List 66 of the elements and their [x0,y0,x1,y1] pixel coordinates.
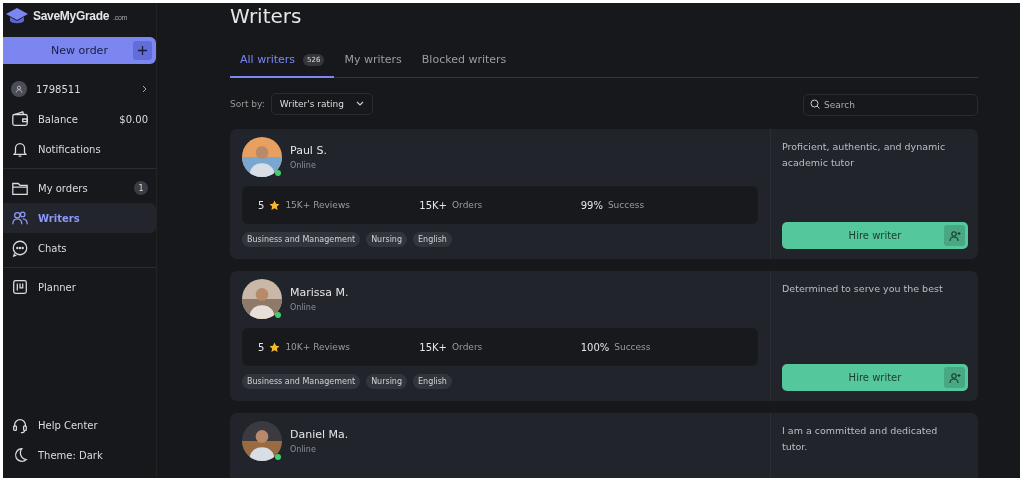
sort-dropdown[interactable]: Writer's rating [270,93,373,115]
plus-icon [133,41,152,60]
sidebar-item[interactable]: Planner [3,272,156,302]
star-icon [269,341,281,353]
balance-label: Balance [38,113,79,125]
new-order-button[interactable]: New order [3,37,156,64]
writer-name[interactable]: Marissa M. [290,286,349,299]
add-user-icon [944,367,965,388]
sidebar-item[interactable]: My orders 1 [3,173,156,203]
subject-tag: Nursing [366,374,407,389]
success-label: Success [607,200,645,210]
writer-bio: Determined to serve you the best [782,282,944,296]
count-badge: 1 [134,181,148,195]
sidebar-item[interactable]: Theme: Dark [3,440,156,470]
subject-tag: Nursing [366,232,407,247]
bell-icon [11,140,29,158]
balance-value: $0.00 [119,113,148,125]
writer-bio: Proficient, authentic, and dynamic academic tutor [782,140,947,170]
orders-label: Orders [452,342,483,352]
page-title: Writers [230,3,303,29]
sidebar-item[interactable]: Notifications [3,134,156,164]
subject-tag: Business and Management [242,232,361,247]
sidebar-item[interactable]: Help Center [3,410,156,440]
sidebar-item[interactable]: Chats [3,233,156,263]
online-dot [275,454,281,460]
reviews-count: 15K+ Reviews [285,200,350,210]
orders-label: Orders [452,200,483,210]
reviews-count: 10K+ Reviews [285,342,350,352]
search-field[interactable]: Search [803,94,978,116]
add-user-icon [944,225,965,246]
writer-status: Online [290,303,317,312]
rating-value: 5 [258,341,265,353]
brand-name: SaveMyGrade [33,9,110,23]
writer-name[interactable]: Paul S. [290,144,327,157]
chevron-down-icon [355,101,364,107]
account-id[interactable]: 1798511 [36,83,133,95]
writer-status: Online [290,161,317,170]
subject-tag: English [413,232,452,247]
writer-bio: I am a committed and dedicated tutor. [782,424,939,454]
graduation-cap-icon [5,6,29,26]
subject-tag: English [413,374,452,389]
tab[interactable]: Blocked writers [411,47,517,78]
headset-icon [11,416,29,434]
user-icon [11,81,27,97]
writer-name[interactable]: Daniel Ma. [290,428,349,441]
online-dot [275,170,281,176]
success-value: 99% [580,199,603,211]
chat-icon [11,239,29,257]
online-dot [275,312,281,318]
writer-status: Online [290,445,317,454]
orders-value: 15K+ [419,199,447,211]
success-label: Success [614,342,651,352]
subject-tag: Business and Management [242,374,361,389]
hire-writer-button[interactable]: Hire writer [782,222,968,249]
success-value: 100% [580,341,610,353]
orders-value: 15K+ [419,341,447,353]
people-icon [11,209,29,227]
tab[interactable]: My writers [334,47,412,78]
rating-value: 5 [258,199,265,211]
wallet-icon [11,110,29,128]
hire-writer-button[interactable]: Hire writer [782,364,968,391]
board-icon [11,278,29,296]
star-icon [269,199,281,211]
sort-label: Sort by: [230,99,265,109]
chevron-right-icon [142,85,148,93]
sidebar-item[interactable]: Writers [3,203,156,233]
